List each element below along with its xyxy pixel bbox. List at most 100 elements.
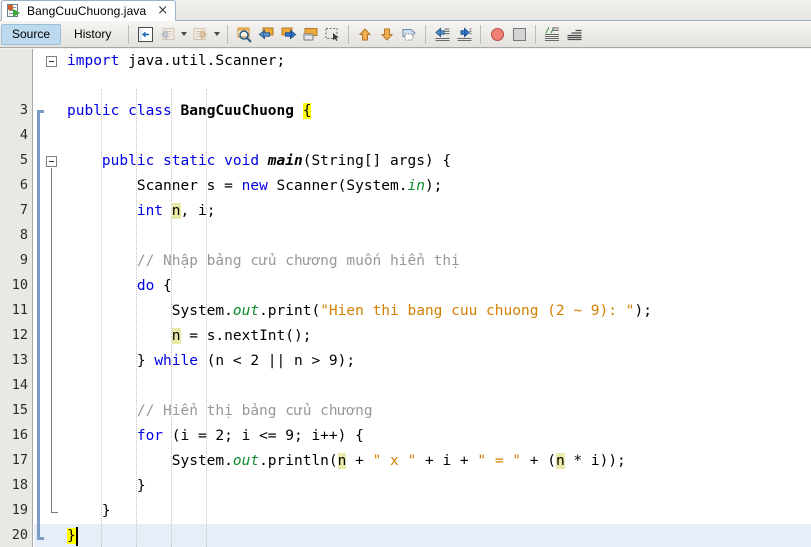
code-token: (String[] args) { xyxy=(302,153,452,169)
code-token: public static void xyxy=(101,153,268,169)
back-dropdown-icon[interactable] xyxy=(178,23,189,45)
stop-macro-icon[interactable] xyxy=(508,23,530,45)
toolbar-separator xyxy=(227,24,229,44)
file-tab-bangcuuchuong[interactable]: BangCuuChuong.java × xyxy=(1,0,177,21)
code-line[interactable]: } xyxy=(34,474,811,499)
code-token: ); xyxy=(424,178,443,194)
code-token: out xyxy=(232,303,260,319)
code-line[interactable]: int n, i; xyxy=(34,199,811,224)
netbeans-editor-window: BangCuuChuong.java × Source History // i… xyxy=(0,0,811,547)
code-text-area[interactable]: import java.util.Scanner; public class Ba… xyxy=(34,49,811,547)
code-fold-toggle[interactable] xyxy=(46,156,57,167)
highlighted-token: { xyxy=(302,103,312,119)
code-line[interactable]: import java.util.Scanner; xyxy=(34,49,811,74)
shift-left-icon[interactable] xyxy=(431,23,453,45)
code-token: " = " xyxy=(477,453,522,469)
toggle-rect-select-icon[interactable] xyxy=(321,23,343,45)
find-selection-icon[interactable] xyxy=(233,23,255,45)
code-line[interactable]: public static void main(String[] args) { xyxy=(34,149,811,174)
code-token: = s.nextInt(); xyxy=(180,328,312,344)
code-token: java.util.Scanner; xyxy=(128,53,286,69)
line-number: 7 xyxy=(19,202,28,218)
line-number: 12 xyxy=(11,327,28,343)
code-line[interactable]: System.out.println(n + " x " + i + " = "… xyxy=(34,449,811,474)
line-number: 6 xyxy=(19,177,28,193)
code-token: " x " xyxy=(372,453,417,469)
code-token: System. xyxy=(171,303,233,319)
code-line[interactable]: // Hiển thị bảng cửu chương xyxy=(34,399,811,424)
previous-bookmark-icon[interactable] xyxy=(354,23,376,45)
line-number: 19 xyxy=(11,502,28,518)
line-number: 16 xyxy=(11,427,28,443)
code-line[interactable]: } xyxy=(34,524,811,547)
code-token: new xyxy=(241,178,277,194)
code-line[interactable] xyxy=(34,374,811,399)
class-block-bracket-cap xyxy=(37,537,44,540)
code-line[interactable] xyxy=(34,124,811,149)
last-edit-icon[interactable] xyxy=(134,23,156,45)
line-number: 11 xyxy=(11,302,28,318)
find-previous-icon[interactable] xyxy=(255,23,277,45)
comment-icon[interactable]: // xyxy=(541,23,563,45)
code-line[interactable]: do { xyxy=(34,274,811,299)
code-line[interactable]: // Nhập bảng cửu chương muốn hiển thị xyxy=(34,249,811,274)
code-token: .println( xyxy=(259,453,338,469)
code-line[interactable]: Scanner s = new Scanner(System.in); xyxy=(34,174,811,199)
forward-icon[interactable] xyxy=(189,23,211,45)
code-token: BangCuuChuong xyxy=(180,103,295,119)
java-file-icon xyxy=(6,3,22,19)
code-token: } xyxy=(101,503,111,519)
highlighted-token: } xyxy=(67,528,76,544)
start-macro-icon[interactable] xyxy=(486,23,508,45)
code-line[interactable]: public class BangCuuChuong { xyxy=(34,99,811,124)
line-number: 9 xyxy=(19,252,28,268)
forward-dropdown-icon[interactable] xyxy=(211,23,222,45)
class-block-bracket xyxy=(37,110,40,538)
code-token: } xyxy=(136,353,155,369)
code-line[interactable]: } while (n < 2 || n > 9); xyxy=(34,349,811,374)
find-next-icon[interactable] xyxy=(277,23,299,45)
highlighted-token: n xyxy=(171,203,181,219)
editor-toolbar: Source History // xyxy=(0,21,811,48)
code-fold-toggle[interactable] xyxy=(46,56,57,67)
toolbar-separator xyxy=(535,24,537,44)
close-icon[interactable]: × xyxy=(154,4,171,17)
next-bookmark-icon[interactable] xyxy=(376,23,398,45)
code-line[interactable]: for (i = 2; i <= 9; i++) { xyxy=(34,424,811,449)
code-token: // Nhập bảng cửu chương muốn hiển thị xyxy=(136,253,460,269)
toggle-highlight-icon[interactable] xyxy=(299,23,321,45)
code-fold-column[interactable] xyxy=(34,49,64,547)
line-number: 15 xyxy=(11,402,28,418)
tab-source[interactable]: Source xyxy=(1,23,62,45)
toolbar-separator xyxy=(425,24,427,44)
code-token: int xyxy=(136,203,172,219)
line-number: 20 xyxy=(11,527,28,543)
code-editor[interactable]: import java.util.Scanner; public class Ba… xyxy=(0,49,811,547)
code-token: do xyxy=(136,278,155,294)
code-token: (i = 2; i <= 9; i++) { xyxy=(163,428,364,444)
code-token: import xyxy=(67,53,129,69)
tab-history-label: History xyxy=(74,26,112,41)
uncomment-icon[interactable] xyxy=(563,23,585,45)
line-number: 3 xyxy=(19,102,28,118)
code-line[interactable]: n = s.nextInt(); xyxy=(34,324,811,349)
class-block-bracket-cap xyxy=(37,110,44,113)
code-token: { xyxy=(154,278,172,294)
code-line[interactable] xyxy=(34,74,811,99)
highlighted-token: n xyxy=(171,328,181,344)
line-number: 18 xyxy=(11,477,28,493)
line-number: 5 xyxy=(19,152,28,168)
code-line[interactable]: System.out.print("Hien thi bang cuu chuo… xyxy=(34,299,811,324)
code-line[interactable]: } xyxy=(34,499,811,524)
view-mode-tabs: Source History xyxy=(0,21,123,48)
file-tab-bar: BangCuuChuong.java × xyxy=(0,0,811,21)
back-icon[interactable] xyxy=(156,23,178,45)
tab-history[interactable]: History xyxy=(63,24,122,45)
toggle-bookmark-icon[interactable] xyxy=(398,23,420,45)
code-line[interactable] xyxy=(34,224,811,249)
toolbar-separator xyxy=(480,24,482,44)
code-token: (n < 2 || n > 9); xyxy=(197,353,356,369)
shift-right-icon[interactable] xyxy=(453,23,475,45)
code-token: + ( xyxy=(521,453,556,469)
line-number: 13 xyxy=(11,352,28,368)
